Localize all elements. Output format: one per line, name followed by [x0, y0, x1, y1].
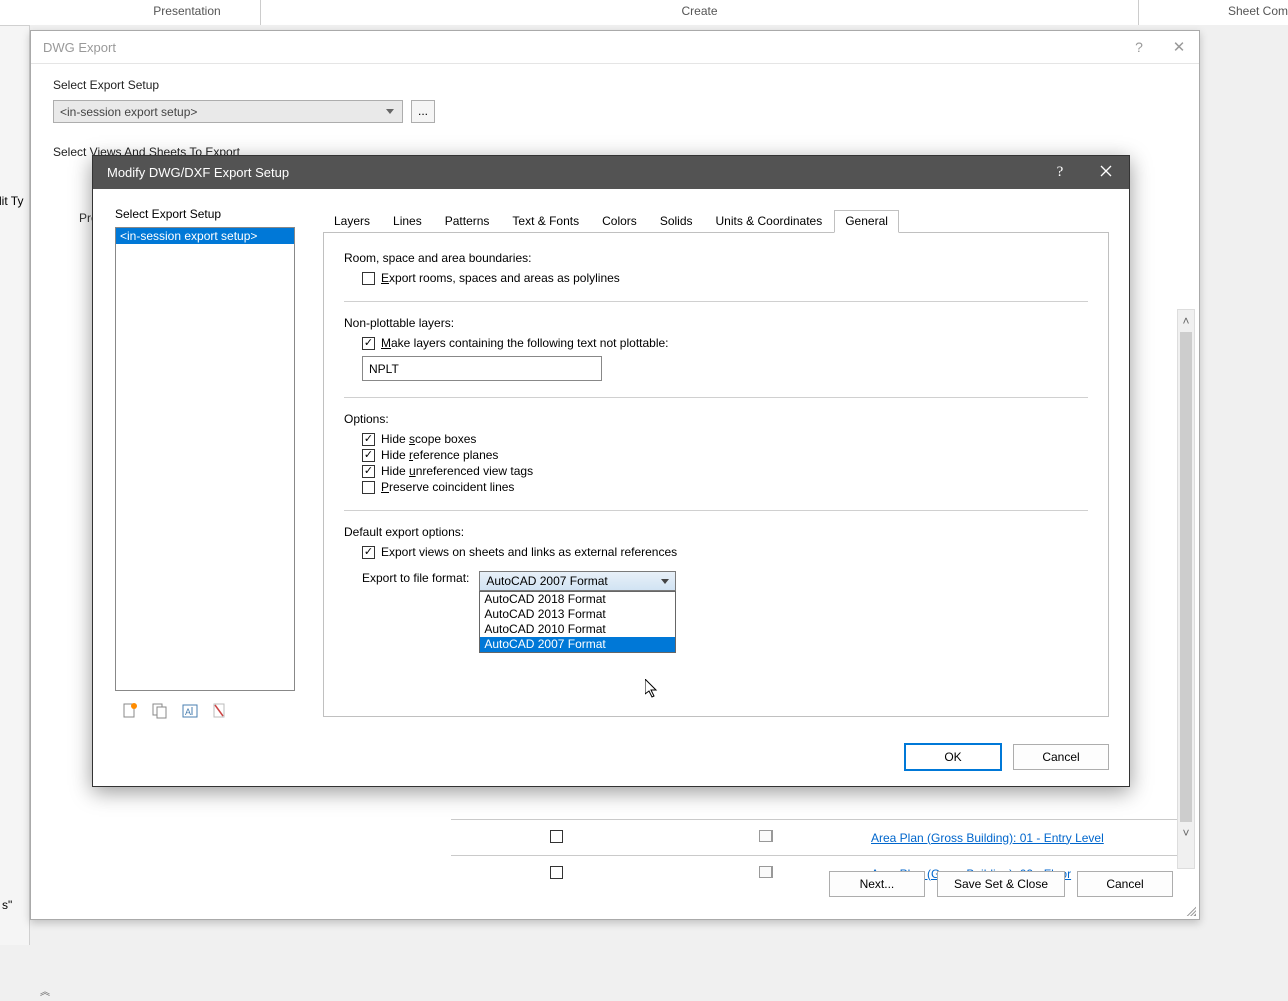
scroll-down-icon[interactable]: ˅ [1178, 822, 1194, 844]
ribbon-bar: Presentation Create Sheet Com [0, 0, 1288, 25]
hide-unref-checkbox[interactable] [362, 465, 375, 478]
tabs-pane: Layers Lines Patterns Text & Fonts Color… [323, 209, 1109, 718]
setup-list-pane: Select Export Setup <in-session export s… [115, 207, 300, 721]
export-format-label: Export to file format: [362, 571, 469, 585]
scroll-thumb[interactable] [1180, 332, 1192, 822]
tabs: Layers Lines Patterns Text & Fonts Color… [323, 209, 1109, 233]
setup-toolbar: A [115, 701, 300, 721]
scroll-up-icon[interactable]: ˄ [1178, 310, 1194, 332]
hide-ref-checkbox[interactable] [362, 449, 375, 462]
bg-label-s: s" [2, 898, 12, 912]
sheet-icon [759, 866, 773, 878]
ribbon-tab-presentation[interactable]: Presentation [0, 0, 260, 25]
setup-list-item-selected[interactable]: <in-session export setup> [116, 228, 294, 244]
properties-panel: dit Ty [0, 25, 30, 945]
row-checkbox[interactable] [550, 830, 563, 843]
delete-setup-icon[interactable] [211, 701, 229, 721]
cancel-button[interactable]: Cancel [1077, 871, 1173, 897]
help-icon[interactable]: ? [1119, 39, 1159, 55]
dwg-export-title: DWG Export [43, 40, 116, 55]
tab-colors[interactable]: Colors [591, 210, 648, 233]
new-setup-icon[interactable] [121, 701, 139, 721]
hide-unref-label: Hide unreferenced view tags [381, 464, 533, 478]
make-layers-label: Make layers containing the following tex… [381, 336, 669, 350]
nplt-input[interactable]: NPLT [362, 356, 602, 381]
modify-dialog-buttons: OK Cancel [905, 744, 1109, 770]
save-set-button[interactable]: Save Set & Close [937, 871, 1065, 897]
views-scrollbar[interactable]: ˄ ˅ [1177, 309, 1195, 869]
modify-export-setup-dialog: Modify DWG/DXF Export Setup ? Select Exp… [92, 155, 1130, 787]
nplt-value: NPLT [369, 362, 399, 376]
ribbon-tab-create[interactable]: Create [260, 0, 1138, 25]
export-views-label: Export views on sheets and links as exte… [381, 545, 677, 559]
export-buttons: Next... Save Set & Close Cancel [829, 871, 1173, 897]
make-layers-checkbox[interactable] [362, 337, 375, 350]
row-checkbox[interactable] [550, 866, 563, 879]
export-setup-list[interactable]: <in-session export setup> [115, 227, 295, 691]
view-link[interactable]: Area Plan (Gross Building): 01 - Entry L… [871, 831, 1104, 845]
tab-units[interactable]: Units & Coordinates [705, 210, 834, 233]
format-option[interactable]: AutoCAD 2018 Format [480, 592, 675, 607]
export-format-options-panel: AutoCAD 2018 Format AutoCAD 2013 Format … [479, 591, 676, 653]
resize-grip-icon[interactable] [1184, 904, 1196, 916]
chevron-up-icon[interactable]: ︽ [40, 983, 50, 998]
export-format-current[interactable]: AutoCAD 2007 Format [479, 571, 676, 591]
default-export-label: Default export options: [344, 525, 1088, 539]
room-boundaries-label: Room, space and area boundaries: [344, 251, 1088, 265]
format-option[interactable]: AutoCAD 2013 Format [480, 607, 675, 622]
modify-title: Modify DWG/DXF Export Setup [107, 165, 289, 180]
close-icon[interactable]: ✕ [1159, 38, 1199, 56]
duplicate-setup-icon[interactable] [151, 701, 169, 721]
export-setup-dropdown[interactable]: <in-session export setup> [53, 100, 403, 123]
options-label: Options: [344, 412, 1088, 426]
tab-lines[interactable]: Lines [382, 210, 433, 233]
svg-text:A: A [185, 707, 191, 717]
nonplot-label: Non-plottable layers: [344, 316, 1088, 330]
export-rooms-label: Export rooms, spaces and areas as polyli… [381, 271, 620, 285]
export-setup-value: <in-session export setup> [60, 105, 197, 119]
preserve-checkbox[interactable] [362, 481, 375, 494]
tab-layers[interactable]: Layers [323, 210, 381, 233]
export-rooms-checkbox[interactable] [362, 272, 375, 285]
edit-type-label: dit Ty [0, 194, 23, 208]
tab-general[interactable]: General [834, 210, 899, 233]
ribbon-tab-sheet[interactable]: Sheet Com [1138, 0, 1288, 25]
preserve-label: Preserve coincident lines [381, 480, 514, 494]
tab-patterns[interactable]: Patterns [434, 210, 501, 233]
tab-solids[interactable]: Solids [649, 210, 704, 233]
export-views-checkbox[interactable] [362, 546, 375, 559]
mouse-cursor-icon [645, 679, 659, 699]
help-icon[interactable]: ? [1037, 164, 1083, 181]
hide-ref-label: Hide reference planes [381, 448, 498, 462]
export-format-dropdown[interactable]: AutoCAD 2007 Format AutoCAD 2018 Format … [479, 571, 676, 591]
select-export-setup-label: Select Export Setup [115, 207, 300, 221]
format-option[interactable]: AutoCAD 2010 Format [480, 622, 675, 637]
close-icon[interactable] [1083, 165, 1129, 180]
modify-titlebar: Modify DWG/DXF Export Setup ? [93, 156, 1129, 189]
table-row[interactable]: Area Plan (Gross Building): 01 - Entry L… [451, 819, 1191, 855]
dwg-export-titlebar: DWG Export ? ✕ [31, 31, 1199, 64]
hide-scope-label: Hide scope boxes [381, 432, 476, 446]
general-tab-content: Room, space and area boundaries: Export … [323, 233, 1109, 717]
tab-text-fonts[interactable]: Text & Fonts [501, 210, 590, 233]
rename-setup-icon[interactable]: A [181, 701, 199, 721]
hide-scope-checkbox[interactable] [362, 433, 375, 446]
cancel-button[interactable]: Cancel [1013, 744, 1109, 770]
next-button[interactable]: Next... [829, 871, 925, 897]
select-export-setup-label: Select Export Setup [53, 78, 1177, 92]
sheet-icon [759, 830, 773, 842]
ok-button[interactable]: OK [905, 744, 1001, 770]
format-option-selected[interactable]: AutoCAD 2007 Format [480, 637, 675, 652]
export-setup-browse-button[interactable]: ... [411, 100, 435, 123]
